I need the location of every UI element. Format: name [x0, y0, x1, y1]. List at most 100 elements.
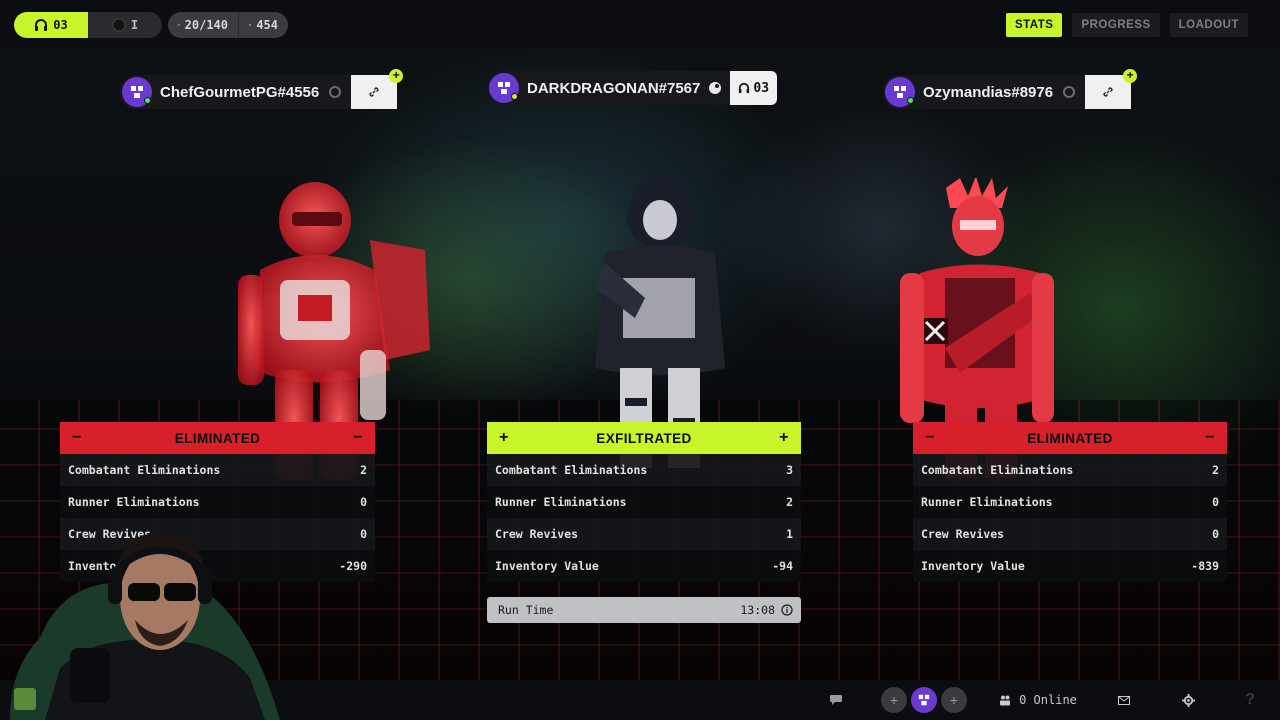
stat-label: Inventory Value: [921, 559, 1025, 573]
add-friend-icon[interactable]: +: [1123, 69, 1138, 83]
online-dot: [144, 97, 151, 104]
player-card-center[interactable]: DARKDRAGONAN#7567 03: [487, 71, 778, 105]
stat-label: Crew Revives: [495, 527, 579, 541]
stat-label: Runner Eliminations: [495, 495, 627, 509]
stat-value: 1: [786, 527, 793, 541]
secondary-pill[interactable]: I: [88, 12, 162, 38]
party-slots: + +: [879, 680, 969, 720]
plus-icon: +: [499, 429, 509, 446]
stat-row: Crew Revives 1: [487, 518, 801, 550]
link-icon: [369, 87, 379, 97]
currency-pill[interactable]: 454: [238, 12, 288, 38]
stat-row: Crew Revives 0: [913, 518, 1227, 550]
level-pill-group: 03 I: [14, 12, 162, 38]
party-member-avatar[interactable]: [911, 687, 937, 713]
status-ring-icon: [1063, 86, 1076, 98]
friends-icon: [1000, 695, 1011, 706]
webcam-overlay: [10, 533, 280, 720]
currency-value: 454: [256, 18, 278, 32]
online-dot: [511, 93, 518, 100]
stats-panel-right: − ELIMINATED − Combatant Eliminations 2 R…: [913, 422, 1227, 582]
minus-icon: −: [72, 429, 82, 446]
link-button[interactable]: +: [1085, 69, 1138, 109]
platform-icon: [709, 82, 722, 94]
add-party-member-button[interactable]: +: [881, 687, 907, 713]
help-icon: ?: [1245, 691, 1255, 708]
avatar-icon: [131, 86, 143, 98]
stat-label: Runner Eliminations: [68, 495, 200, 509]
stat-value: 0: [1212, 527, 1219, 541]
player-name: Ozymandias#8976: [923, 83, 1054, 101]
status-label: EXFILTRATED: [596, 430, 692, 446]
avatar-icon: [918, 694, 930, 706]
status-label: ELIMINATED: [174, 430, 261, 446]
stat-row: Runner Eliminations 0: [913, 486, 1227, 518]
player-card-left[interactable]: ChefGourmetPG#4556 +: [120, 69, 404, 109]
info-icon[interactable]: [781, 604, 793, 616]
tab-progress[interactable]: PROGRESS: [1072, 13, 1160, 37]
resource-pill-group: 20/140 454: [168, 12, 288, 38]
panel-header[interactable]: + EXFILTRATED +: [487, 422, 801, 454]
stat-rows: Combatant Eliminations 2 Runner Eliminati…: [913, 454, 1227, 582]
stat-row: Runner Eliminations 2: [487, 486, 801, 518]
mail-button[interactable]: [1114, 680, 1134, 720]
run-time-value: 13:08: [740, 603, 775, 617]
status-ring-icon: [329, 86, 342, 98]
run-time-label: Run Time: [498, 603, 554, 617]
chat-icon: [830, 695, 842, 705]
chat-button[interactable]: [826, 680, 846, 720]
player-level-badge: 03: [730, 71, 778, 105]
stat-row: Combatant Eliminations 3: [487, 454, 801, 486]
player-name: DARKDRAGONAN#7567: [527, 79, 701, 97]
stat-value: 3: [786, 463, 793, 477]
stats-panel-center: + EXFILTRATED + Combatant Eliminations 3 …: [487, 422, 801, 582]
online-dot: [907, 97, 914, 104]
player-level: 03: [753, 80, 770, 96]
stat-value: 2: [1212, 463, 1219, 477]
stat-row: Inventory Value -839: [913, 550, 1227, 582]
avatar: [885, 77, 915, 107]
inventory-pill[interactable]: 20/140: [168, 12, 238, 38]
tab-stats[interactable]: STATS: [1005, 13, 1063, 37]
online-friends-button[interactable]: 0 Online: [998, 680, 1078, 720]
avatar-icon: [894, 86, 906, 98]
avatar-icon: [498, 82, 510, 94]
minus-icon: −: [1205, 429, 1215, 446]
plus-icon: +: [779, 429, 789, 446]
settings-button[interactable]: [1178, 680, 1198, 720]
stat-value: -290: [339, 559, 367, 573]
avatar: [489, 73, 519, 103]
stat-rows: Combatant Eliminations 3 Runner Eliminati…: [487, 454, 801, 582]
stat-row: Runner Eliminations 0: [60, 486, 375, 518]
stat-label: Inventory Value: [495, 559, 599, 573]
player-name: ChefGourmetPG#4556: [160, 83, 320, 101]
level-value: 03: [53, 18, 68, 32]
level-pill[interactable]: 03: [14, 12, 88, 38]
secondary-value: I: [130, 18, 139, 32]
stat-value: -94: [772, 559, 793, 573]
stat-label: Crew Revives: [921, 527, 1005, 541]
help-button[interactable]: ?: [1240, 680, 1260, 720]
stat-label: Combatant Eliminations: [921, 463, 1074, 477]
link-button[interactable]: +: [351, 69, 404, 109]
panel-header[interactable]: − ELIMINATED −: [60, 422, 375, 454]
inventory-count: 20/140: [184, 18, 228, 32]
stat-label: Combatant Eliminations: [495, 463, 648, 477]
tab-loadout[interactable]: LOADOUT: [1169, 13, 1248, 37]
avatar: [122, 77, 152, 107]
currency-icon: [249, 23, 252, 27]
main-tabs: STATS PROGRESS LOADOUT: [1005, 13, 1248, 37]
stat-value: 2: [786, 495, 793, 509]
stat-value: 0: [360, 527, 367, 541]
run-time-bar: Run Time 13:08: [487, 597, 801, 623]
minus-icon: −: [925, 429, 935, 446]
headset-icon: [739, 82, 750, 94]
headset-icon: [35, 19, 48, 31]
player-card-right[interactable]: Ozymandias#8976 +: [883, 69, 1138, 109]
panel-header[interactable]: − ELIMINATED −: [913, 422, 1227, 454]
stat-value: -839: [1191, 559, 1219, 573]
stat-label: Runner Eliminations: [921, 495, 1053, 509]
stat-row: Combatant Eliminations 2: [913, 454, 1227, 486]
add-party-member-button[interactable]: +: [941, 687, 967, 713]
link-icon: [1103, 87, 1113, 97]
